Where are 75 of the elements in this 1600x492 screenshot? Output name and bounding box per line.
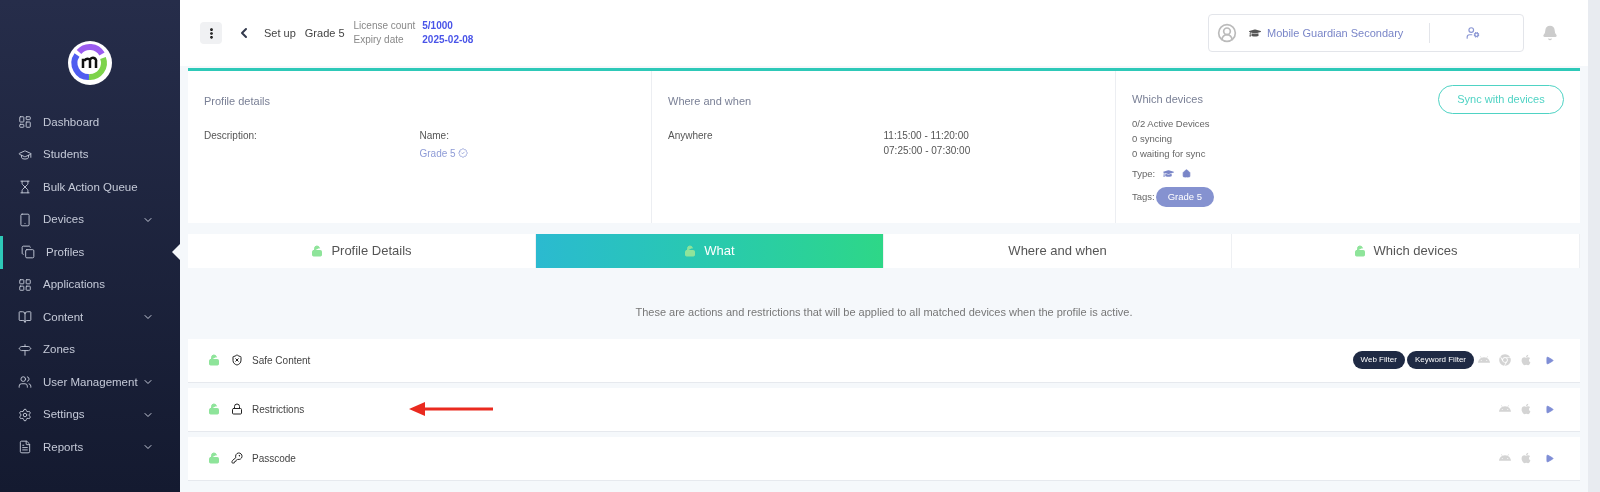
card-title: Where and when bbox=[668, 94, 753, 109]
document-icon bbox=[18, 440, 32, 455]
row-label: Safe Content bbox=[252, 353, 311, 368]
padlock-icon bbox=[231, 403, 243, 415]
policy-row[interactable]: Safe Content Web Filter Keyword Filter bbox=[188, 338, 1580, 383]
cap-icon bbox=[1163, 168, 1175, 180]
nav-item[interactable]: Settings bbox=[0, 398, 180, 431]
nav-item[interactable]: Applications bbox=[0, 268, 180, 301]
phone-icon bbox=[18, 212, 32, 227]
time-range: 07:25:00 - 07:30:00 bbox=[883, 143, 972, 158]
filter-chip: Web Filter bbox=[1352, 351, 1405, 369]
dashboard-icon bbox=[18, 115, 32, 130]
device-stat: 0/2 Active Devices bbox=[1132, 116, 1211, 131]
hourglass-icon bbox=[18, 180, 32, 195]
nav-item[interactable]: Reports bbox=[0, 431, 180, 464]
card-title: Profile details bbox=[204, 94, 272, 109]
intro-text: These are actions and restrictions that will be applied to all matched devices when the profile is active. bbox=[635, 305, 1133, 320]
bell-icon[interactable] bbox=[1542, 25, 1558, 41]
cap-icon bbox=[1249, 27, 1261, 39]
logo-icon bbox=[67, 40, 113, 86]
grid-icon bbox=[18, 277, 32, 292]
settings-icon bbox=[18, 407, 32, 422]
card-title: Which devices bbox=[1132, 92, 1204, 107]
location-value: Anywhere bbox=[668, 128, 714, 143]
key-icon bbox=[231, 452, 243, 464]
breadcrumb-item: Grade 5 bbox=[304, 25, 345, 41]
breadcrumb-item[interactable]: Set up bbox=[264, 24, 296, 42]
nav-item[interactable]: Profiles bbox=[0, 236, 180, 269]
description-label: Description: bbox=[204, 128, 258, 143]
users-icon bbox=[18, 375, 32, 390]
nav-item[interactable]: Dashboard bbox=[0, 106, 180, 139]
expand-icon[interactable] bbox=[1545, 355, 1554, 365]
book-icon bbox=[18, 310, 32, 325]
documents-icon bbox=[21, 245, 35, 260]
nav-item[interactable]: Content bbox=[0, 301, 180, 334]
tab[interactable]: Which devices bbox=[1232, 234, 1580, 268]
filter-chip: Keyword Filter bbox=[1406, 351, 1474, 369]
account-panel[interactable]: Mobile Guardian Secondary bbox=[1208, 14, 1524, 52]
device-stat: 0 syncing bbox=[1132, 131, 1174, 146]
tab[interactable]: Where and when bbox=[884, 234, 1232, 268]
policy-row[interactable]: Passcode bbox=[188, 436, 1580, 481]
school-name: Mobile Guardian Secondary bbox=[1267, 25, 1404, 41]
user-settings-icon[interactable] bbox=[1466, 26, 1481, 40]
expiry-label: Expiry date bbox=[353, 33, 405, 47]
avatar-icon bbox=[1217, 23, 1237, 43]
cap-icon bbox=[18, 147, 32, 162]
row-label: Restrictions bbox=[252, 402, 305, 417]
expiry-value: 2025-02-08 bbox=[422, 33, 474, 47]
license-value: 5/1000 bbox=[422, 19, 454, 33]
nav-item[interactable]: Bulk Action Queue bbox=[0, 171, 180, 204]
device-stat: 0 waiting for sync bbox=[1132, 146, 1207, 161]
nav-item[interactable]: User Management bbox=[0, 366, 180, 399]
shield-icon bbox=[231, 354, 243, 366]
name-label: Name: bbox=[419, 128, 450, 143]
verified-icon bbox=[457, 148, 468, 158]
unlocked-icon bbox=[208, 403, 220, 415]
nav-item[interactable]: Devices bbox=[0, 203, 180, 236]
nav-item[interactable]: Zones bbox=[0, 333, 180, 366]
home-icon bbox=[1182, 169, 1192, 179]
time-range: 11:15:00 - 11:20:00 bbox=[883, 128, 970, 143]
expand-icon[interactable] bbox=[1545, 404, 1554, 414]
policy-row[interactable]: Restrictions bbox=[188, 387, 1580, 432]
row-label: Passcode bbox=[252, 451, 296, 466]
active-pointer-icon bbox=[172, 244, 180, 261]
unlocked-icon bbox=[208, 354, 220, 366]
tags-label: Tags: bbox=[1132, 189, 1155, 204]
tag-chip: Grade 5 bbox=[1155, 186, 1215, 207]
expand-icon[interactable] bbox=[1545, 453, 1554, 463]
nav-item[interactable]: Students bbox=[0, 138, 180, 171]
license-label: License count bbox=[353, 19, 416, 33]
type-label: Type: bbox=[1132, 166, 1156, 181]
tab[interactable]: Profile Details bbox=[188, 234, 536, 268]
signpost-icon bbox=[18, 342, 32, 357]
more-button[interactable] bbox=[200, 22, 222, 44]
unlocked-icon bbox=[208, 452, 220, 464]
